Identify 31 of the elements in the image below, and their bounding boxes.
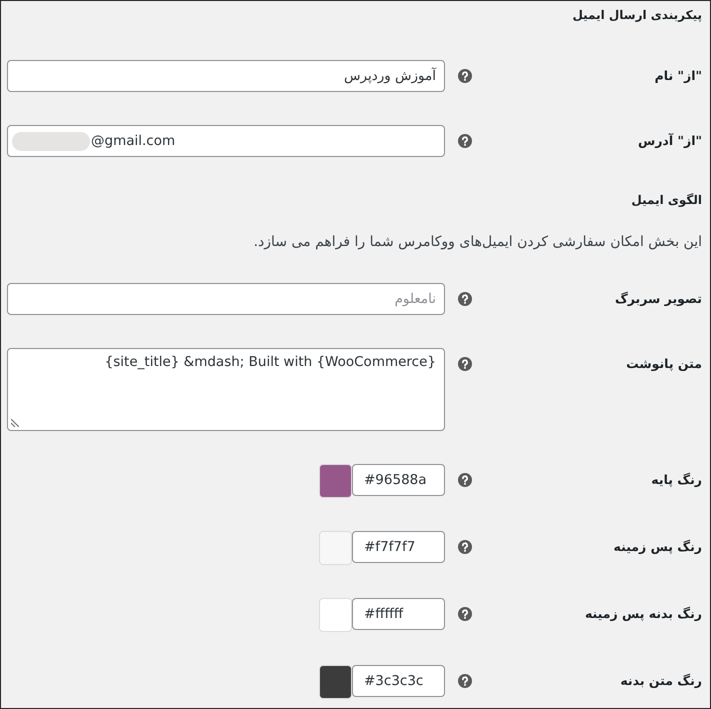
field-label: متن پانوشت	[625, 355, 702, 373]
help-icon[interactable]	[458, 540, 472, 554]
help-icon[interactable]	[458, 607, 472, 621]
email-field[interactable]: @gmail.com	[7, 125, 445, 157]
help-icon[interactable]	[458, 357, 472, 371]
color-hex-field[interactable]: #3c3c3c	[352, 665, 445, 697]
help-icon[interactable]	[458, 473, 472, 487]
section-description: این بخش امکان سفارشی کردن ایمیل‌های ووکامرس شما را فراهم می سازد.	[252, 233, 702, 252]
help-icon[interactable]	[458, 69, 472, 83]
help-icon[interactable]	[458, 674, 472, 688]
section-heading: پیکربندی ارسال ایمیل	[571, 7, 702, 24]
section-heading: الگوی ایمیل	[630, 192, 702, 209]
field-label: رنگ بدنه پس زمینه	[584, 605, 702, 623]
color-swatch[interactable]	[319, 665, 352, 699]
help-icon[interactable]	[458, 292, 472, 306]
resize-grip-icon[interactable]	[11, 419, 19, 427]
field-label: "از" نام	[654, 67, 702, 85]
color-swatch[interactable]	[319, 531, 352, 565]
color-swatch[interactable]	[319, 598, 352, 632]
text-area[interactable]: {site_title} &mdash; Built with {WooCommerce}	[7, 348, 445, 431]
field-label: رنگ پس زمینه	[612, 538, 702, 556]
color-hex-field[interactable]: #96588a	[352, 464, 445, 496]
color-hex-field[interactable]: #ffffff	[352, 598, 445, 630]
text-field[interactable]: آموزش وردپرس	[7, 60, 445, 92]
field-label: تصویر سربرگ	[614, 290, 702, 308]
field-label: "از" آدرس	[636, 132, 702, 150]
color-hex-field[interactable]: #f7f7f7	[352, 531, 445, 563]
field-label: رنگ متن بدنه	[619, 672, 702, 690]
field-label: رنگ پایه	[650, 471, 702, 489]
help-icon[interactable]	[458, 134, 472, 148]
color-swatch[interactable]	[319, 464, 352, 498]
